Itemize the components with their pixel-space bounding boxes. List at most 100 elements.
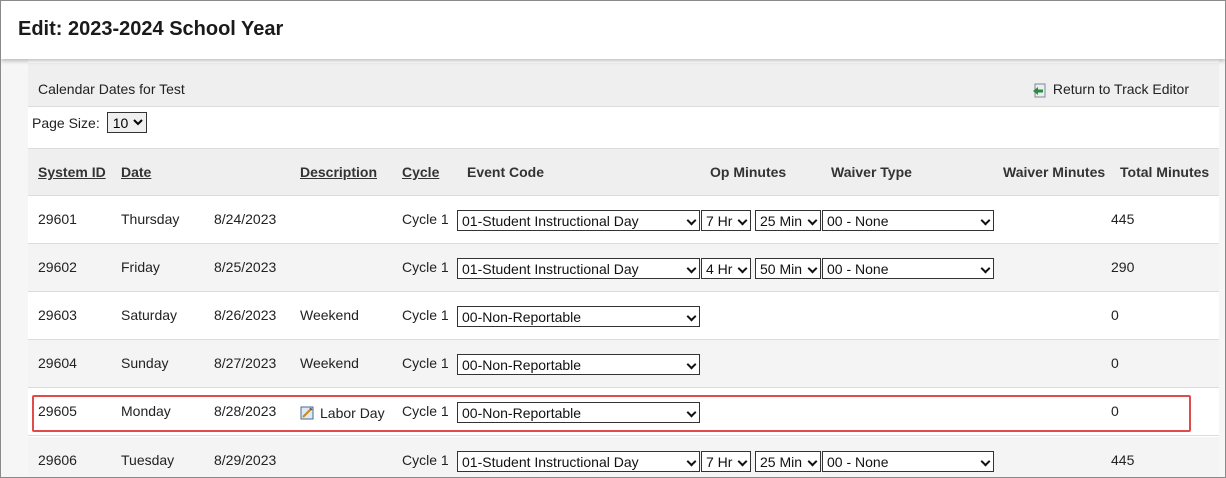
cell-total-minutes: 445 bbox=[1111, 211, 1135, 227]
op-minutes-select[interactable]: 25 Min bbox=[755, 451, 821, 472]
chevron-down-icon bbox=[806, 259, 820, 278]
edit-window: Edit: 2023-2024 School Year Calendar Dat… bbox=[0, 0, 1226, 478]
cell-date: 8/25/2023 bbox=[214, 259, 277, 275]
table-row: 29601 Thursday 8/24/2023 Cycle 1 01-Student … bbox=[28, 196, 1219, 244]
waiver-type-select[interactable]: 00 - None bbox=[822, 451, 994, 472]
panel-header: Calendar Dates for Test Return to Track … bbox=[28, 63, 1219, 107]
op-hours-value: 7 Hr bbox=[706, 212, 733, 229]
col-cycle[interactable]: Cycle bbox=[402, 164, 439, 180]
op-minutes-value: 25 Min bbox=[760, 453, 803, 470]
col-system-id[interactable]: System ID bbox=[38, 164, 106, 180]
page-size-label: Page Size: bbox=[32, 114, 100, 131]
table-row: 29604 Sunday 8/27/2023 Weekend Cycle 1 00-Non… bbox=[28, 340, 1219, 388]
cell-cycle: Cycle 1 bbox=[402, 211, 449, 227]
chevron-down-icon bbox=[979, 211, 993, 230]
cell-cycle: Cycle 1 bbox=[402, 307, 449, 323]
event-code-value: 00-Non-Reportable bbox=[462, 404, 582, 421]
event-code-value: 01-Student Instructional Day bbox=[462, 453, 639, 470]
chevron-down-icon bbox=[685, 307, 699, 326]
event-code-value: 01-Student Instructional Day bbox=[462, 212, 639, 229]
waiver-type-select[interactable]: 00 - None bbox=[822, 210, 994, 231]
op-minutes-select[interactable]: 25 Min bbox=[755, 210, 821, 231]
table-row: 29606 Tuesday 8/29/2023 Cycle 1 01-Student I… bbox=[28, 437, 1219, 477]
event-code-value: 00-Non-Reportable bbox=[462, 308, 582, 325]
waiver-type-select[interactable]: 00 - None bbox=[822, 258, 994, 279]
cell-system-id: 29601 bbox=[38, 211, 77, 227]
cell-description: Labor Day bbox=[300, 403, 385, 421]
op-minutes-value: 50 Min bbox=[760, 260, 803, 277]
op-hours-select[interactable]: 7 Hr bbox=[701, 451, 751, 472]
op-hours-value: 4 Hr bbox=[706, 260, 733, 277]
table-row: 29605 Monday 8/28/2023 Labor Day Cycle 1 00-N… bbox=[28, 388, 1219, 436]
cell-system-id: 29605 bbox=[38, 403, 77, 419]
cell-system-id: 29603 bbox=[38, 307, 77, 323]
table-row: 29602 Friday 8/25/2023 Cycle 1 01-Student In… bbox=[28, 244, 1219, 292]
col-event-code: Event Code bbox=[467, 164, 545, 180]
cell-day: Monday bbox=[121, 403, 171, 419]
calendar-panel: Calendar Dates for Test Return to Track … bbox=[28, 59, 1219, 477]
event-code-value: 00-Non-Reportable bbox=[462, 356, 582, 373]
col-op-minutes: Op Minutes bbox=[710, 164, 787, 180]
event-code-select[interactable]: 01-Student Instructional Day bbox=[457, 210, 700, 231]
chevron-down-icon bbox=[979, 452, 993, 471]
cell-total-minutes: 0 bbox=[1111, 355, 1119, 371]
op-hours-select[interactable]: 4 Hr bbox=[701, 258, 751, 279]
col-date[interactable]: Date bbox=[121, 164, 151, 180]
page-title: Edit: 2023-2024 School Year bbox=[18, 18, 284, 40]
cell-day: Sunday bbox=[121, 355, 169, 371]
waiver-type-value: 00 - None bbox=[827, 260, 889, 277]
op-minutes-value: 25 Min bbox=[760, 212, 803, 229]
cell-total-minutes: 0 bbox=[1111, 403, 1119, 419]
waiver-type-value: 00 - None bbox=[827, 453, 889, 470]
chevron-down-icon bbox=[685, 403, 699, 422]
event-code-select[interactable]: 00-Non-Reportable bbox=[457, 354, 700, 375]
cell-total-minutes: 0 bbox=[1111, 307, 1119, 323]
table-header: System ID Date Description Cycle Event C… bbox=[28, 148, 1219, 196]
table-row: 29603 Saturday 8/26/2023 Weekend Cycle 1 00-N… bbox=[28, 292, 1219, 340]
cell-date: 8/24/2023 bbox=[214, 211, 277, 227]
cell-description-text: Labor Day bbox=[320, 405, 385, 421]
chevron-down-icon bbox=[979, 259, 993, 278]
cell-day: Friday bbox=[121, 259, 160, 275]
calendar-note-icon bbox=[300, 405, 315, 420]
cell-description: Weekend bbox=[300, 355, 359, 371]
chevron-down-icon bbox=[736, 211, 750, 230]
chevron-down-icon bbox=[685, 355, 699, 374]
cell-system-id: 29602 bbox=[38, 259, 77, 275]
col-description[interactable]: Description bbox=[300, 164, 377, 180]
cell-cycle: Cycle 1 bbox=[402, 403, 449, 419]
op-hours-value: 7 Hr bbox=[706, 453, 733, 470]
page-size-select[interactable]: 10 bbox=[106, 112, 147, 133]
chevron-down-icon bbox=[685, 452, 699, 471]
cell-description-text: Weekend bbox=[300, 355, 359, 371]
cell-cycle: Cycle 1 bbox=[402, 452, 449, 468]
cell-description: Weekend bbox=[300, 307, 359, 323]
event-code-select[interactable]: 01-Student Instructional Day bbox=[457, 451, 700, 472]
return-link-label: Return to Track Editor bbox=[1052, 81, 1189, 97]
event-code-select[interactable]: 00-Non-Reportable bbox=[457, 402, 700, 423]
chevron-down-icon bbox=[806, 211, 820, 230]
chevron-down-icon bbox=[685, 259, 699, 278]
op-minutes-select[interactable]: 50 Min bbox=[755, 258, 821, 279]
col-waiver-minutes: Waiver Minutes bbox=[1003, 164, 1106, 180]
page-size-control: Page Size: 10 bbox=[32, 112, 147, 133]
cell-system-id: 29604 bbox=[38, 355, 77, 371]
cell-cycle: Cycle 1 bbox=[402, 355, 449, 371]
cell-cycle: Cycle 1 bbox=[402, 259, 449, 275]
event-code-select[interactable]: 01-Student Instructional Day bbox=[457, 258, 700, 279]
chevron-down-icon bbox=[736, 259, 750, 278]
return-arrow-icon bbox=[1032, 83, 1047, 98]
page-header: Edit: 2023-2024 School Year bbox=[1, 1, 1225, 59]
cell-date: 8/28/2023 bbox=[214, 403, 277, 419]
return-to-track-editor-link[interactable]: Return to Track Editor bbox=[1032, 81, 1189, 97]
cell-total-minutes: 290 bbox=[1111, 259, 1135, 275]
chevron-down-icon bbox=[806, 452, 820, 471]
chevron-down-icon bbox=[685, 211, 699, 230]
op-hours-select[interactable]: 7 Hr bbox=[701, 210, 751, 231]
cell-system-id: 29606 bbox=[38, 452, 77, 468]
col-waiver-type: Waiver Type bbox=[831, 164, 912, 180]
cell-description-text: Weekend bbox=[300, 307, 359, 323]
chevron-down-icon bbox=[736, 452, 750, 471]
event-code-select[interactable]: 00-Non-Reportable bbox=[457, 306, 700, 327]
cell-date: 8/27/2023 bbox=[214, 355, 277, 371]
